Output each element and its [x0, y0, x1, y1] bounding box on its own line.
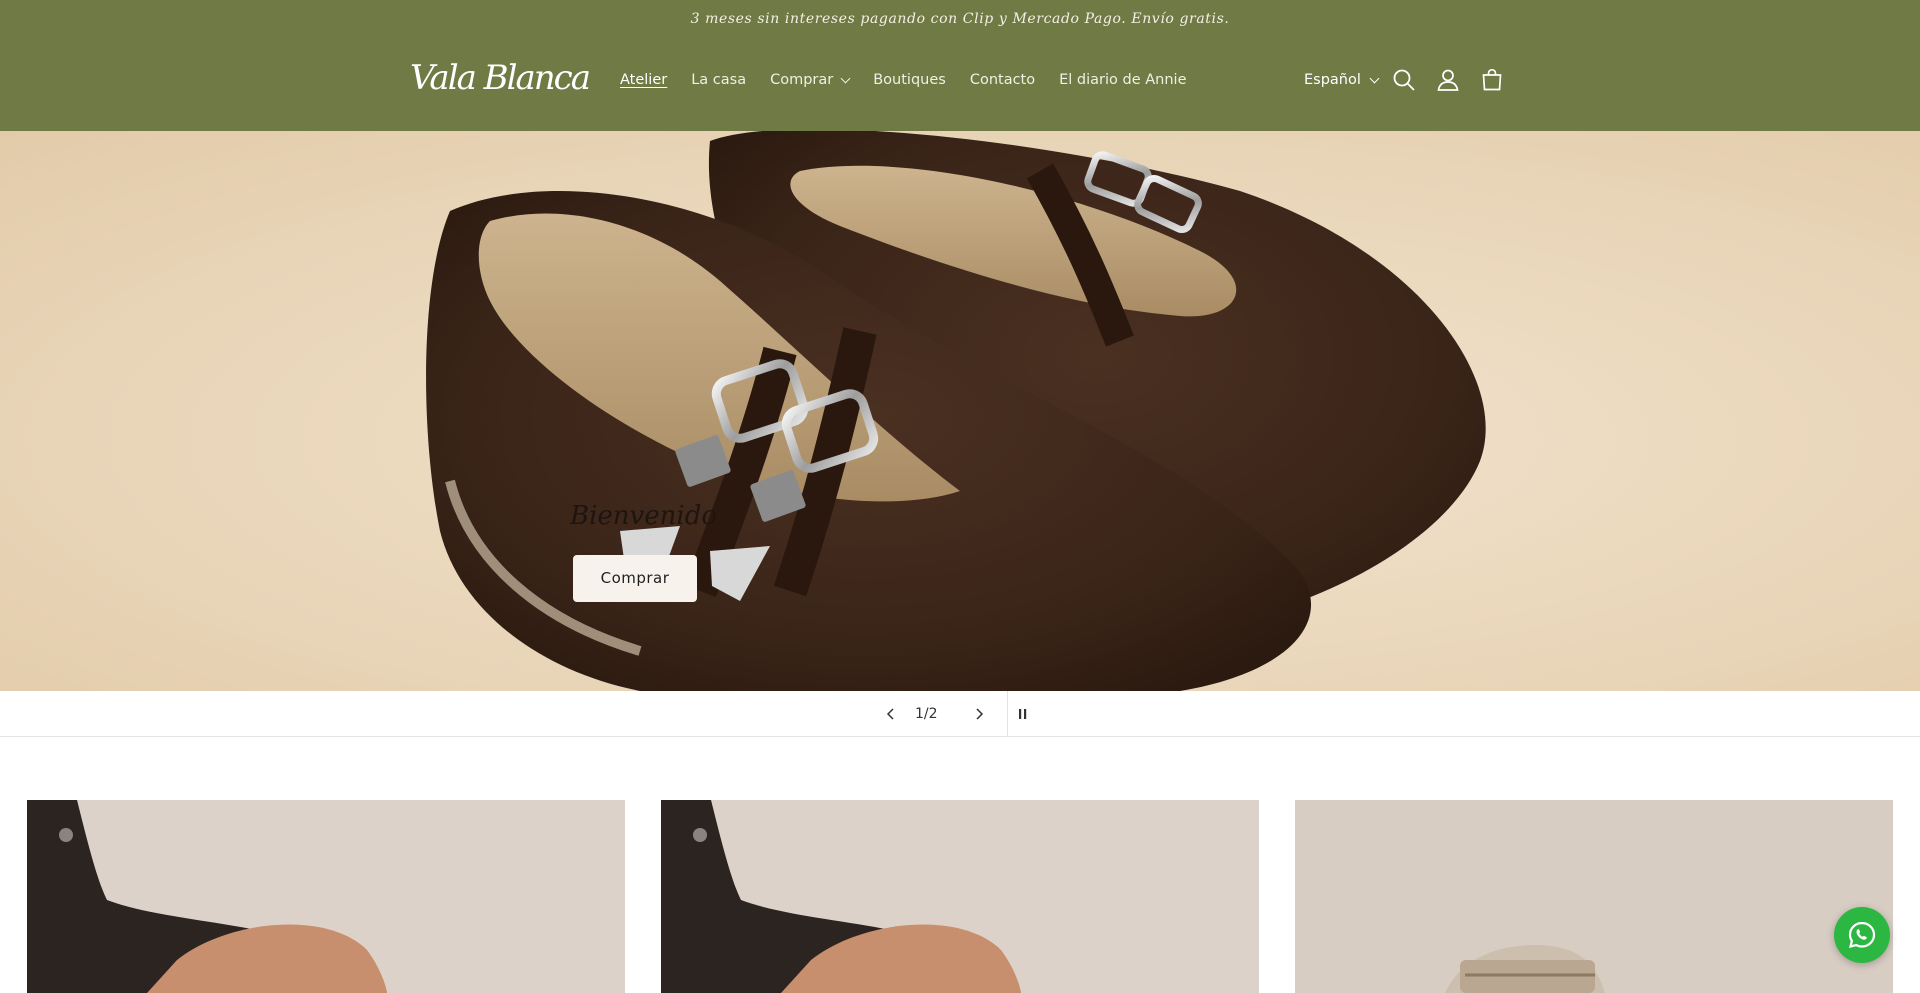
- hero-shop-button[interactable]: Comprar: [573, 555, 697, 602]
- product-card[interactable]: [1295, 800, 1893, 993]
- chevron-down-icon: [840, 73, 851, 83]
- product-image: [661, 800, 1259, 993]
- whatsapp-icon: [1848, 921, 1876, 948]
- cart-icon[interactable]: [1478, 66, 1506, 94]
- hero-slideshow: Bienvenido Comprar: [0, 131, 1920, 691]
- nav-item-contacto[interactable]: Contacto: [970, 72, 1035, 88]
- language-selector[interactable]: Español: [1304, 72, 1380, 88]
- nav-label: Contacto: [969, 72, 1036, 88]
- announcement-bar: 3 meses sin intereses pagando con Clip y…: [690, 11, 1230, 27]
- nav-label: Atelier: [620, 72, 668, 88]
- chevron-down-icon: [1369, 73, 1380, 83]
- slider-controls: 1/2: [0, 691, 1920, 737]
- nav-label: Comprar: [770, 72, 834, 88]
- product-image: [1295, 800, 1893, 993]
- main-header: Vala Blanca Atelier La casa Comprar Bout…: [0, 38, 1920, 131]
- nav-item-boutiques[interactable]: Boutiques: [873, 72, 946, 88]
- main-nav: Atelier La casa Comprar Boutiques Contac…: [620, 72, 1211, 88]
- account-icon[interactable]: [1434, 66, 1462, 94]
- hero-title: Bienvenido: [570, 501, 717, 531]
- brand-logo[interactable]: Vala Blanca: [410, 58, 591, 98]
- product-card[interactable]: [661, 800, 1259, 993]
- chevron-right-icon[interactable]: [964, 691, 994, 737]
- product-card[interactable]: [27, 800, 625, 993]
- whatsapp-button[interactable]: [1834, 907, 1890, 963]
- slide-current: 1: [915, 706, 924, 722]
- nav-label: Boutiques: [873, 72, 946, 88]
- nav-item-el-diario-de-annie[interactable]: El diario de Annie: [1059, 72, 1186, 88]
- product-image: [27, 800, 625, 993]
- language-label: Español: [1304, 72, 1361, 88]
- nav-label: La casa: [691, 72, 747, 88]
- nav-item-comprar[interactable]: Comprar: [770, 72, 851, 88]
- controls-divider: [1007, 691, 1008, 737]
- search-icon[interactable]: [1390, 66, 1418, 94]
- slide-total: 2: [928, 706, 938, 722]
- nav-label: El diario de Annie: [1059, 72, 1187, 88]
- nav-item-atelier[interactable]: Atelier: [620, 72, 667, 88]
- hero-shoes-image: [426, 131, 1486, 691]
- chevron-left-icon[interactable]: [876, 691, 906, 737]
- slide-counter: 1/2: [915, 691, 938, 737]
- nav-item-la-casa[interactable]: La casa: [691, 72, 746, 88]
- pause-icon[interactable]: [1012, 691, 1034, 737]
- site-header: 3 meses sin intereses pagando con Clip y…: [0, 0, 1920, 131]
